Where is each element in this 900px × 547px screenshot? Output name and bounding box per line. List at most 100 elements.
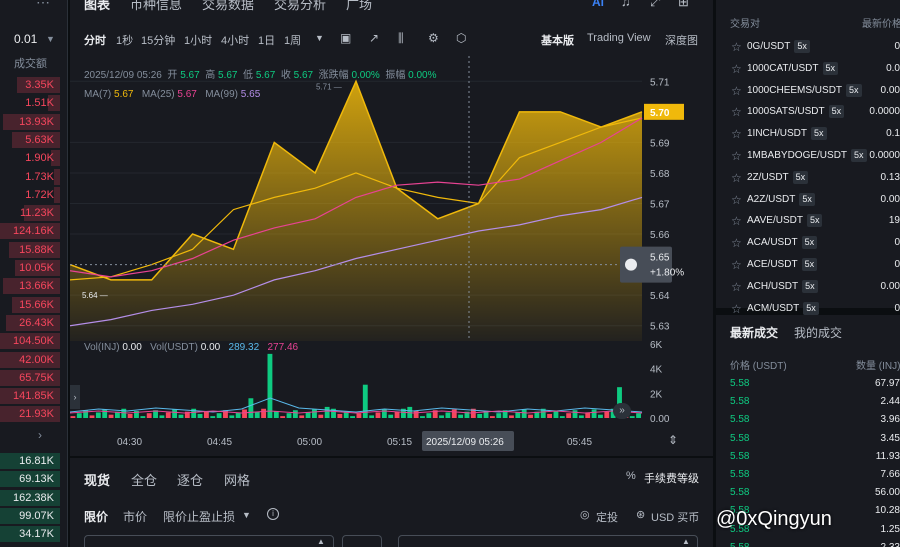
indicator-icon[interactable]: ↗ <box>369 31 385 45</box>
timeframe-option[interactable]: 1秒 <box>116 32 133 48</box>
chart-tab[interactable]: 交易分析 <box>274 0 326 13</box>
scroll-right-icon[interactable]: » <box>613 403 631 419</box>
volume-bar <box>305 412 311 418</box>
step-size-select[interactable]: 0.01 <box>14 32 37 46</box>
time-tick-label: 05:15 <box>387 437 412 448</box>
stepper-up-icon[interactable]: ▲ <box>317 537 325 546</box>
timeframe-option[interactable]: 分时 <box>84 32 106 48</box>
unit-select[interactable] <box>342 535 382 547</box>
volume-value: 34.17K <box>19 528 54 541</box>
pair-price: 19 <box>888 215 900 227</box>
usd-icon[interactable]: ⊛ <box>636 508 645 521</box>
chart-tab[interactable]: 图表 <box>84 0 110 13</box>
order-type-option[interactable]: 市价 <box>123 508 147 525</box>
chart-view-option[interactable]: 深度图 <box>665 32 698 48</box>
order-tab[interactable]: 全仓 <box>131 470 157 489</box>
pair-row[interactable]: ☆ 1MBABYDOGE/USDT 5x 0.0000 <box>716 145 900 167</box>
timeframe-option[interactable]: 1日 <box>258 32 275 48</box>
fit-axis-icon[interactable]: ⇕ <box>668 433 678 447</box>
auto-invest-link[interactable]: 定投 <box>596 509 618 525</box>
fee-level-link[interactable]: 手续费等级 <box>644 470 699 486</box>
settings-sliders-icon[interactable]: ⚙ <box>428 31 444 45</box>
price-column-header[interactable]: 最新价格 <box>862 15 900 30</box>
star-icon[interactable]: ☆ <box>731 80 742 102</box>
timeframe-option[interactable]: 1周 <box>284 32 301 48</box>
ai-icon[interactable]: Ai <box>592 0 604 9</box>
chart-tab[interactable]: 广场 <box>346 0 372 13</box>
volume-bar <box>286 413 292 418</box>
tab-latest-trades[interactable]: 最新成交 <box>730 324 778 341</box>
calendar-icon[interactable]: ▣ <box>340 31 356 45</box>
price-chart[interactable]: 5.71 5.69 5.68 5.67 5.66 5.64 5.63 5.70 5.65 +1.8… <box>70 56 713 341</box>
pair-row[interactable]: ☆ 1000SATS/USDT 5x 0.0000 <box>716 101 900 123</box>
candle-type-icon[interactable]: ⫼ <box>398 31 414 45</box>
price-tick-label: 5.63 <box>650 322 670 333</box>
bell-icon[interactable]: ♫ <box>621 0 631 9</box>
pair-row[interactable]: ☆ ACE/USDT 5x 0 <box>716 254 900 276</box>
tab-my-trades[interactable]: 我的成交 <box>794 324 842 341</box>
layers-icon[interactable]: ⬡ <box>456 31 472 45</box>
amount-input[interactable] <box>398 535 698 547</box>
pair-row[interactable]: ☆ 2Z/USDT 5x 0.13 <box>716 167 900 189</box>
star-icon[interactable]: ☆ <box>731 276 742 298</box>
timeframe-option[interactable]: 15分钟 <box>141 32 175 48</box>
time-tick-label: 05:00 <box>297 437 322 448</box>
star-icon[interactable]: ☆ <box>731 232 742 254</box>
pair-row[interactable]: ☆ ACA/USDT 5x 0 <box>716 232 900 254</box>
order-tab[interactable]: 现货 <box>84 470 110 489</box>
collapse-left-icon[interactable]: › <box>70 385 80 409</box>
chevron-right-icon[interactable]: › <box>38 428 42 442</box>
star-icon[interactable]: ☆ <box>731 58 742 80</box>
chart-tab[interactable]: 币种信息 <box>130 0 182 13</box>
chart-view-option[interactable]: 基本版 <box>541 32 574 48</box>
add-order-icon[interactable] <box>625 258 637 271</box>
star-icon[interactable]: ☆ <box>731 254 742 276</box>
more-timeframes-chevron-icon[interactable]: ▼ <box>315 33 324 43</box>
time-axis[interactable]: 04:30 04:45 05:00 05:15 05:45 2025/12/09 05:2… <box>70 428 713 456</box>
pair-row[interactable]: ☆ 0G/USDT 5x 0 <box>716 36 900 58</box>
trade-price: 5.58 <box>730 539 749 547</box>
timeframe-option[interactable]: 4小时 <box>221 32 249 48</box>
order-type-option[interactable]: 限价 <box>84 508 108 525</box>
chevron-down-icon[interactable]: ▼ <box>46 34 55 44</box>
timeframe-option[interactable]: 1小时 <box>184 32 212 48</box>
star-icon[interactable]: ☆ <box>731 101 742 123</box>
star-icon[interactable]: ☆ <box>731 167 742 189</box>
chart-tab[interactable]: 交易数据 <box>202 0 254 13</box>
star-icon[interactable]: ☆ <box>731 123 742 145</box>
usd-buy-link[interactable]: USD 买币 <box>651 509 699 525</box>
star-icon[interactable]: ☆ <box>731 145 742 167</box>
pair-row[interactable]: ☆ ACH/USDT 5x 0.00 <box>716 276 900 298</box>
star-icon[interactable]: ☆ <box>731 210 742 232</box>
volume-bar <box>629 416 635 418</box>
pair-row[interactable]: ☆ A2Z/USDT 5x 0.00 <box>716 189 900 211</box>
volume-bar <box>89 415 95 418</box>
pair-name: 1MBABYDOGE/USDT <box>747 150 848 161</box>
order-tab[interactable]: 网格 <box>224 470 250 489</box>
expand-icon[interactable]: ⤢ <box>650 0 660 10</box>
trade-qty: 3.45 <box>880 432 900 444</box>
pair-row[interactable]: ☆ 1000CHEEMS/USDT 5x 0.00 <box>716 80 900 102</box>
order-tab[interactable]: 逐仓 <box>177 470 203 489</box>
price-input[interactable] <box>84 535 334 547</box>
star-icon[interactable]: ☆ <box>731 189 742 211</box>
percent-icon[interactable]: % <box>626 470 636 482</box>
volume-bar <box>280 416 286 418</box>
volume-value: 13.93K <box>19 115 54 128</box>
pair-row[interactable]: ☆ 1INCH/USDT 5x 0.1 <box>716 123 900 145</box>
grid-icon[interactable]: ⊞ <box>678 0 689 10</box>
chart-view-option[interactable]: Trading View <box>587 32 651 44</box>
info-icon[interactable]: i <box>267 508 279 520</box>
star-icon[interactable]: ☆ <box>731 36 742 58</box>
pair-column-header[interactable]: 交易对 <box>730 15 760 30</box>
trade-qty: 11.93 <box>875 450 900 462</box>
volume-bar <box>572 410 578 418</box>
pair-row[interactable]: ☆ AAVE/USDT 5x 19 <box>716 210 900 232</box>
pair-row[interactable]: ☆ 1000CAT/USDT 5x 0.0 <box>716 58 900 80</box>
auto-invest-icon[interactable]: ◎ <box>580 508 590 521</box>
order-type-option[interactable]: 限价止盈止损 <box>163 508 235 525</box>
pair-price: 0 <box>894 41 900 52</box>
more-icon[interactable]: ⋯ <box>36 0 50 11</box>
stepper-up-icon[interactable]: ▲ <box>682 537 690 546</box>
chevron-down-icon[interactable]: ▼ <box>242 510 251 520</box>
